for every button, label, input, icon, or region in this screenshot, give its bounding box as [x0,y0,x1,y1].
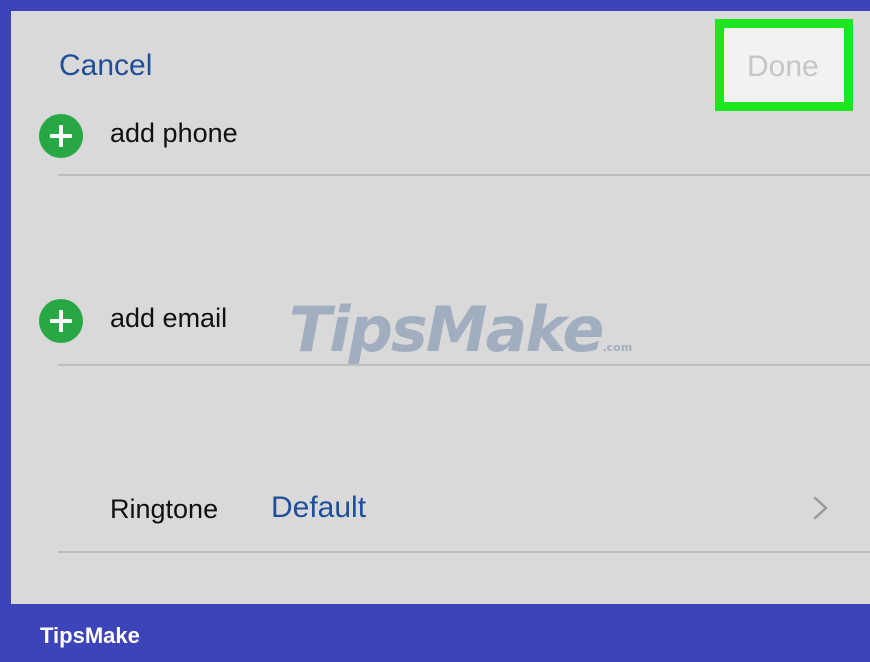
add-phone-label: add phone [110,118,238,148]
footer-bar: TipsMake [0,604,870,662]
plus-circle-icon[interactable] [39,114,83,158]
add-email-label: add email [110,303,228,333]
chevron-right-icon[interactable] [811,495,831,521]
separator [58,174,870,176]
footer-brand: TipsMake [40,623,140,648]
separator [58,364,870,366]
contact-edit-screen: Cancel Done add phone add email TipsMake… [11,11,870,604]
frame-left [0,0,11,604]
add-phone-row[interactable]: add phone [11,11,870,181]
ringtone-label: Ringtone [110,494,219,524]
plus-circle-icon[interactable] [39,299,83,343]
ringtone-value[interactable]: Default [271,493,366,523]
frame-top [0,0,870,11]
add-email-row[interactable]: add email [11,181,870,371]
separator [58,551,870,553]
